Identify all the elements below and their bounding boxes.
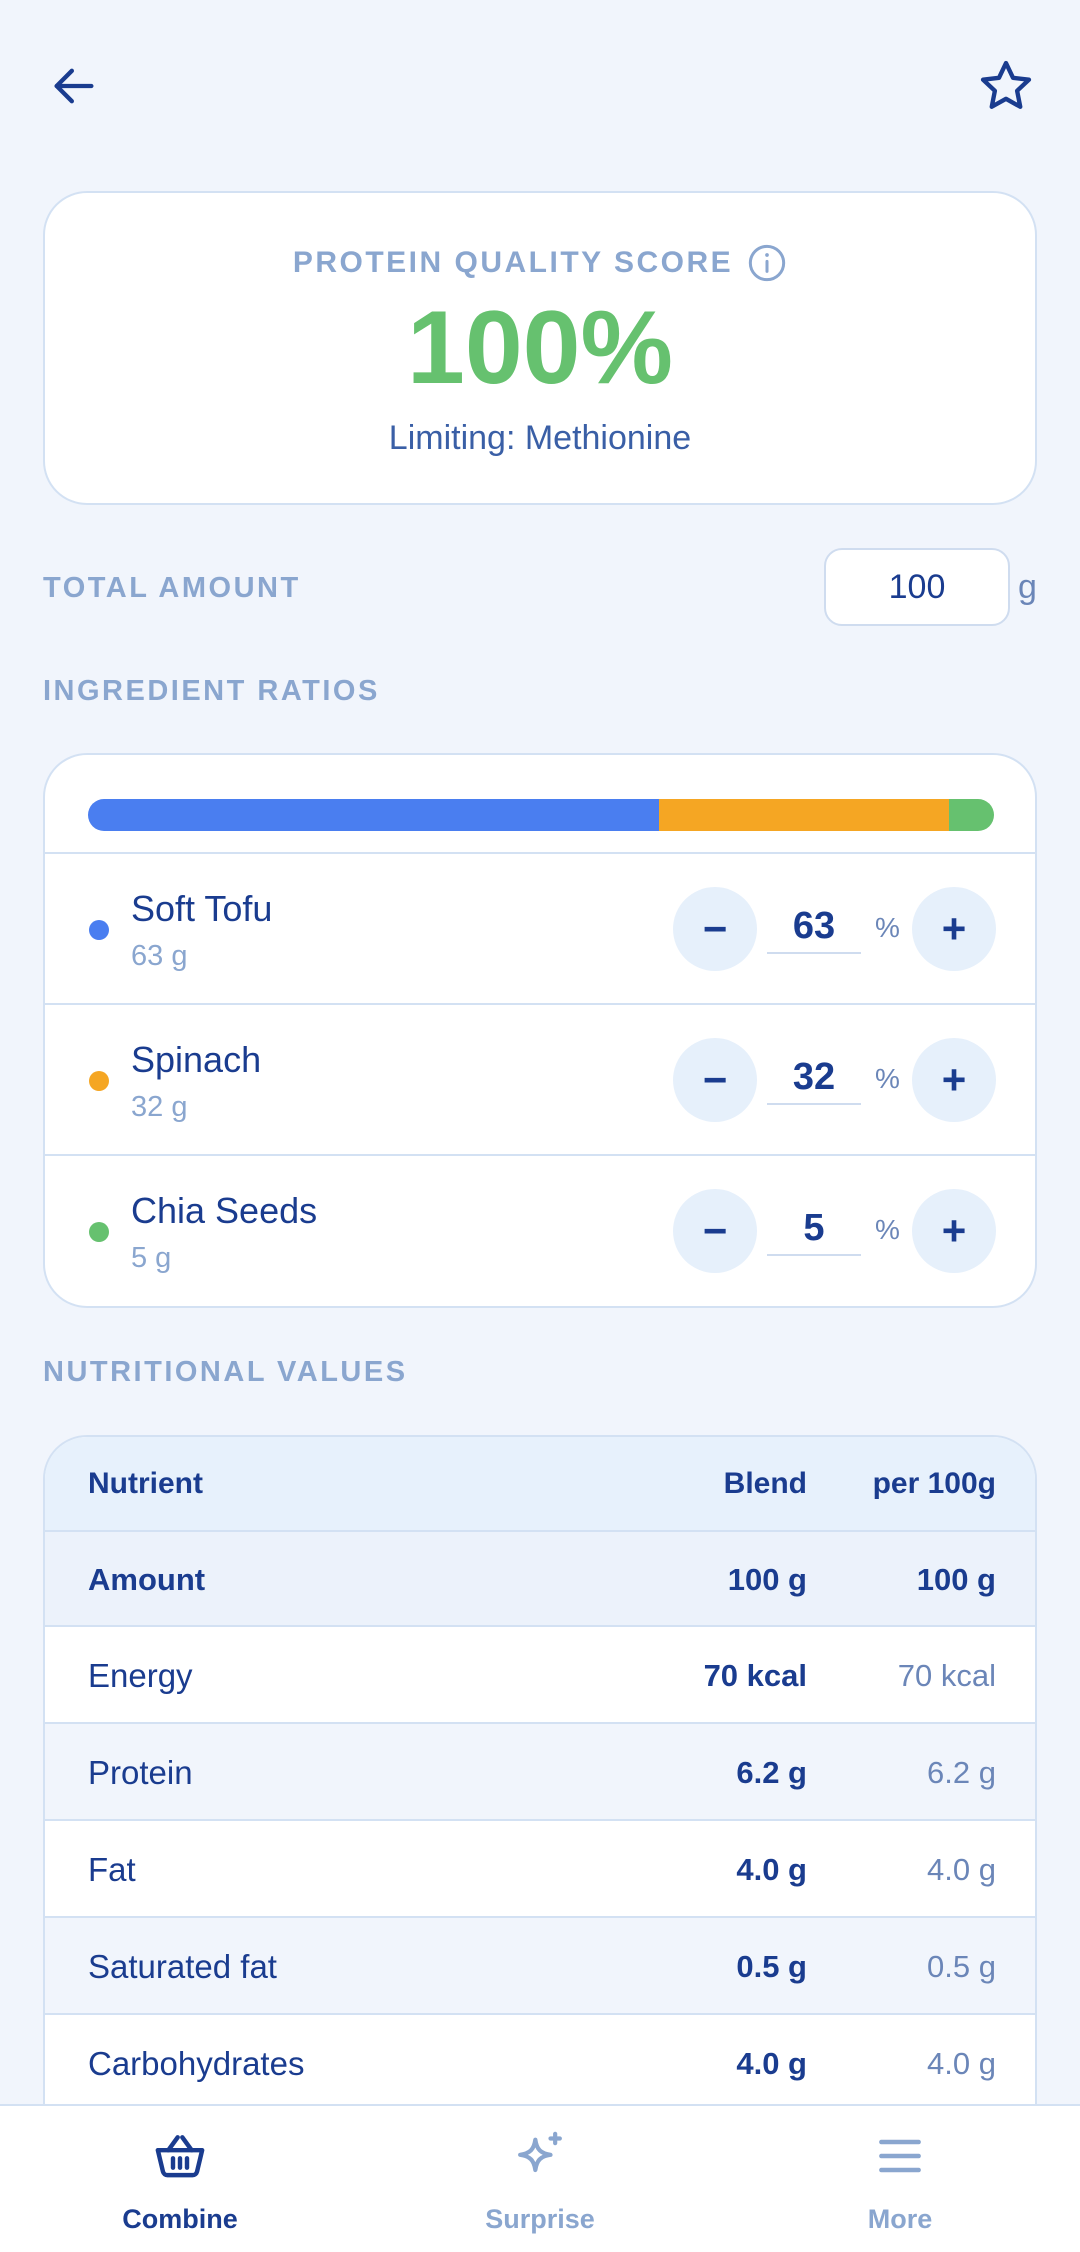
table-row: Saturated fat 0.5 g 0.5 g xyxy=(45,1918,1035,2015)
blend-value: 4.0 g xyxy=(736,1852,807,1887)
header-nutrient: Nutrient xyxy=(88,1467,203,1500)
decrease-button[interactable]: − xyxy=(673,1038,757,1122)
ingredient-color-dot xyxy=(89,1071,109,1091)
total-amount-label: TOTAL AMOUNT xyxy=(43,572,301,604)
percent-sign: % xyxy=(875,912,900,943)
ingredient-grams: 63 g xyxy=(131,940,188,972)
ingredient-ratios-card: Soft Tofu 63 g − 63 % + Spinach 32 g − 3… xyxy=(43,753,1037,1308)
top-bar xyxy=(0,0,1080,170)
ingredient-grams: 5 g xyxy=(131,1242,172,1274)
ingredient-color-dot xyxy=(89,920,109,940)
table-row: Carbohydrates 4.0 g 4.0 g xyxy=(45,2015,1035,2112)
table-row: Energy 70 kcal 70 kcal xyxy=(45,1627,1035,1724)
star-icon xyxy=(980,60,1032,109)
nutrient-name: Amount xyxy=(88,1562,206,1597)
basket-icon xyxy=(155,2135,205,2178)
arrow-left-icon xyxy=(54,68,94,104)
back-button[interactable] xyxy=(26,38,122,134)
ingredient-row-chia-seeds: Chia Seeds 5 g − 5 % + xyxy=(45,1154,1035,1305)
blend-value: 4.0 g xyxy=(736,2046,807,2081)
decrease-button[interactable]: − xyxy=(673,887,757,971)
ratio-segment xyxy=(658,799,949,831)
score-label-row: PROTEIN QUALITY SCORE xyxy=(45,243,1035,283)
sparkle-icon xyxy=(518,2131,562,2173)
percent-input[interactable]: 5 xyxy=(767,1200,861,1256)
table-row: Amount 100 g 100 g xyxy=(45,1532,1035,1627)
table-row: Fat 4.0 g 4.0 g xyxy=(45,1821,1035,1918)
ingredient-ratios-label: INGREDIENT RATIOS xyxy=(43,675,380,707)
nutrient-name: Fat xyxy=(88,1851,136,1888)
per-100g-value: 100 g xyxy=(916,1562,996,1597)
limiting-amino-acid: Limiting: Methionine xyxy=(388,419,692,457)
menu-icon xyxy=(879,2139,921,2173)
blend-value: 100 g xyxy=(727,1562,807,1597)
nutritional-values-label: NUTRITIONAL VALUES xyxy=(43,1356,408,1388)
per-100g-value: 70 kcal xyxy=(897,1658,996,1693)
app-root: PROTEIN QUALITY SCORE 100% Limiting: Met… xyxy=(0,0,1080,2252)
protein-score-card: PROTEIN QUALITY SCORE 100% Limiting: Met… xyxy=(43,191,1037,505)
table-row: Protein 6.2 g 6.2 g xyxy=(45,1724,1035,1821)
nutrient-name: Carbohydrates xyxy=(88,2045,305,2082)
nutrient-name: Energy xyxy=(88,1657,193,1694)
nav-label: Surprise xyxy=(485,2204,595,2234)
per-100g-value: 4.0 g xyxy=(927,2046,996,2081)
total-amount-input[interactable]: 100 xyxy=(824,548,1010,626)
nav-item-surprise[interactable]: Surprise xyxy=(360,2106,720,2252)
ingredient-row-spinach: Spinach 32 g − 32 % + xyxy=(45,1003,1035,1154)
favorite-button[interactable] xyxy=(958,38,1054,134)
ingredient-row-soft-tofu: Soft Tofu 63 g − 63 % + xyxy=(45,852,1035,1003)
ingredient-name: Chia Seeds xyxy=(131,1190,318,1231)
info-icon[interactable] xyxy=(747,243,787,283)
percent-input[interactable]: 63 xyxy=(767,898,861,954)
score-value: 100% xyxy=(407,290,673,406)
decrease-button[interactable]: − xyxy=(673,1189,757,1273)
ratio-segment xyxy=(948,799,994,831)
per-100g-value: 0.5 g xyxy=(927,1949,996,1984)
ingredient-name: Spinach xyxy=(131,1039,262,1080)
nutrient-name: Saturated fat xyxy=(88,1948,277,1985)
nav-item-more[interactable]: More xyxy=(720,2106,1080,2252)
percent-sign: % xyxy=(875,1063,900,1094)
nav-label: Combine xyxy=(122,2204,238,2234)
header-per-100g: per 100g xyxy=(872,1467,996,1500)
header-blend: Blend xyxy=(723,1467,807,1500)
score-label: PROTEIN QUALITY SCORE xyxy=(292,246,734,279)
increase-button[interactable]: + xyxy=(912,887,996,971)
ingredient-grams: 32 g xyxy=(131,1091,188,1123)
percent-sign: % xyxy=(875,1214,900,1245)
ratio-bar xyxy=(88,799,994,831)
per-100g-value: 4.0 g xyxy=(927,1852,996,1887)
increase-button[interactable]: + xyxy=(912,1189,996,1273)
table-header-row: Nutrient Blend per 100g xyxy=(45,1437,1035,1532)
ingredient-name: Soft Tofu xyxy=(131,888,273,929)
bottom-navigation: Combine Surprise More xyxy=(0,2104,1080,2252)
ingredient-color-dot xyxy=(89,1222,109,1242)
percent-input[interactable]: 32 xyxy=(767,1049,861,1105)
increase-button[interactable]: + xyxy=(912,1038,996,1122)
nav-item-combine[interactable]: Combine xyxy=(0,2106,360,2252)
nutrient-name: Protein xyxy=(88,1754,193,1791)
blend-value: 6.2 g xyxy=(736,1755,807,1790)
per-100g-value: 6.2 g xyxy=(927,1755,996,1790)
blend-value: 70 kcal xyxy=(703,1658,807,1693)
blend-value: 0.5 g xyxy=(736,1949,807,1984)
total-amount-unit: g xyxy=(1018,568,1037,606)
ratio-segment xyxy=(88,799,659,831)
nav-label: More xyxy=(867,2204,933,2234)
